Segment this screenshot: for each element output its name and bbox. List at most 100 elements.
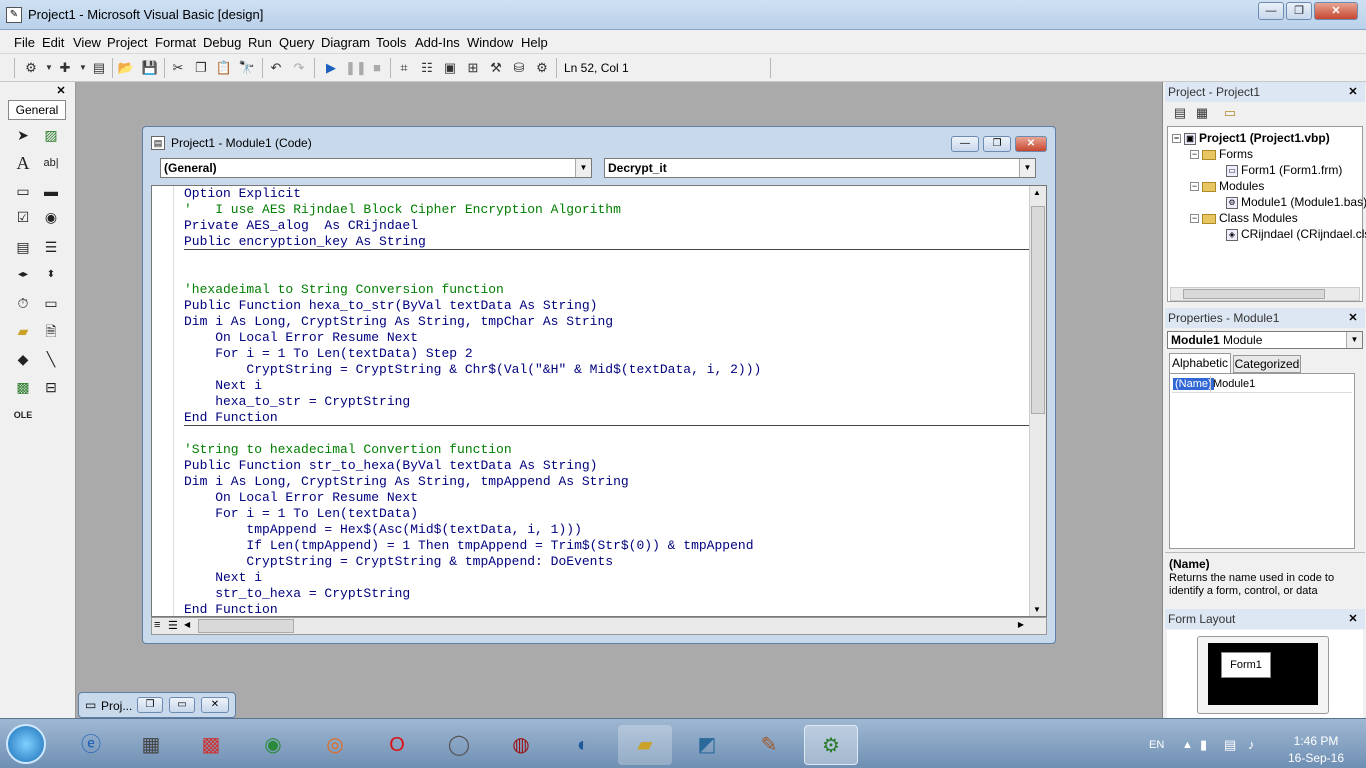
menu-help[interactable]: Help [521,35,548,50]
tab-alphabetic[interactable]: Alphabetic [1169,353,1231,373]
object-browser-icon[interactable]: ⊞ [464,59,482,77]
component-manager-icon[interactable]: ⚙ [533,59,551,77]
code-line[interactable]: Public Function str_to_hexa(ByVal textDa… [184,458,1030,474]
scroll-thumb[interactable] [1031,206,1045,414]
filelistbox-icon[interactable]: 🗎 [40,320,62,342]
object-combo[interactable]: (General) ▼ [160,158,592,178]
network-icon[interactable]: ▤ [1224,737,1236,753]
ole-icon[interactable]: OLE [12,404,34,426]
toolbox-tab-general[interactable]: General [8,100,66,120]
chevron-down-icon[interactable]: ▼ [1346,332,1362,348]
chevron-down-icon[interactable]: ▼ [1019,159,1035,177]
scroll-up-icon[interactable]: ▲ [1033,188,1041,197]
code-line[interactable]: For i = 1 To Len(textData) [184,506,1030,522]
visual-basic-task-icon[interactable]: ⚙ [804,725,858,765]
full-module-view-icon[interactable]: ☰ [168,619,178,632]
code-line[interactable]: For i = 1 To Len(textData) Step 2 [184,346,1030,362]
add-project-icon[interactable]: ⚙ [22,59,40,77]
code-editor[interactable]: Option Explicit ' I use AES Rijndael Bloc… [151,185,1047,617]
start-icon[interactable]: ▶ [322,59,340,77]
procedure-view-icon[interactable]: ≡ [154,619,160,631]
code-line[interactable]: hexa_to_str = CryptString [184,394,1030,410]
code-line[interactable]: str_to_hexa = CryptString [184,586,1030,602]
margin-indicator-bar[interactable] [152,186,174,616]
menu-window[interactable]: Window [467,35,513,50]
code-line[interactable] [184,250,1030,266]
code-line[interactable]: tmpAppend = Hex$(Asc(Mid$(textData, i, 1… [184,522,1030,538]
language-indicator[interactable]: EN [1149,739,1164,751]
code-line[interactable]: CryptString = CryptString & tmpAppend: D… [184,554,1030,570]
image-icon[interactable]: ▩ [12,376,34,398]
code-minimize-button[interactable]: — [951,136,979,152]
scroll-left-icon[interactable]: ◀ [184,620,190,629]
cut-icon[interactable]: ✂ [169,59,187,77]
undo-icon[interactable]: ↶ [267,59,285,77]
media-icon[interactable]: ◍ [494,725,548,765]
internet-explorer-icon[interactable]: ⓔ [64,725,118,765]
chevron-down-icon[interactable]: ▼ [575,159,591,177]
end-icon[interactable]: ■ [368,59,386,77]
properties-object-combo[interactable]: Module1 Module ▼ [1167,331,1363,349]
menu-project[interactable]: Project [107,35,147,50]
frame-icon[interactable]: ▭ [12,180,34,202]
save-project-icon[interactable]: 💾 [141,59,159,77]
break-icon[interactable]: ❚❚ [345,59,367,77]
code-window-icon[interactable]: ▤ [151,136,165,150]
code-line[interactable]: Next i [184,570,1030,586]
drivelistbox-icon[interactable]: ▭ [40,292,62,314]
dirlistbox-icon[interactable]: ▰ [12,320,34,342]
code-line[interactable]: Dim i As Long, CryptString As String, tm… [184,314,1030,330]
apps-icon[interactable]: ▩ [184,725,238,765]
code-line[interactable]: Public encryption_key As String [184,234,1030,250]
form-layout-icon[interactable]: ▣ [441,59,459,77]
code-line[interactable]: Private AES_alog As CRijndael [184,218,1030,234]
commandbutton-icon[interactable]: ▬ [40,180,62,202]
clock-time[interactable]: 1:46 PM [1286,734,1346,748]
data-view-icon[interactable]: ⛁ [510,59,528,77]
menu-diagram[interactable]: Diagram [321,35,370,50]
property-value-cell[interactable]: Module1 [1213,378,1255,390]
chrome-icon[interactable]: ◉ [246,725,300,765]
property-name-cell[interactable]: (Name) [1173,378,1214,390]
code-maximize-button[interactable]: ❐ [983,136,1011,152]
media-player-icon[interactable]: ◐ [556,725,610,765]
file-explorer-icon[interactable]: ▰ [618,725,672,765]
code-close-button[interactable]: ✕ [1015,136,1047,152]
vscrollbar-icon[interactable]: ⬍ [40,264,62,286]
procedure-combo[interactable]: Decrypt_it ▼ [604,158,1036,178]
code-line[interactable]: On Local Error Resume Next [184,490,1030,506]
firefox-icon[interactable]: ◎ [308,725,362,765]
maximize-button[interactable]: ❐ [1286,2,1312,20]
add-form-icon[interactable]: ✚ [56,59,74,77]
code-line[interactable]: Dim i As Long, CryptString As String, tm… [184,474,1030,490]
notes-icon[interactable]: ◩ [680,725,734,765]
minimized-project-window[interactable]: ▭ Proj... ❐ ▭ ✕ [78,692,236,718]
picturebox-icon[interactable]: ▨ [40,124,62,146]
tray-expand-icon[interactable]: ▲ [1182,739,1193,751]
opera-icon[interactable]: O [370,725,424,765]
comment-line[interactable]: ' I use AES Rijndael Block Cipher Encryp… [184,202,1030,218]
tree-forms-folder[interactable]: − Forms [1190,147,1253,161]
vb-app-icon[interactable]: ✎ [6,7,22,23]
code-line[interactable]: Option Explicit [184,186,1030,202]
code-line[interactable]: If Len(tmpAppend) = 1 Then tmpAppend = T… [184,538,1030,554]
line-icon[interactable]: ╲ [40,348,62,370]
paste-icon[interactable]: 📋 [215,59,233,77]
maximize-button[interactable]: ▭ [169,697,195,713]
code-line[interactable]: CryptString = CryptString & Chr$(Val("&H… [184,362,1030,378]
code-line[interactable]: End Function [184,602,1030,616]
volume-icon[interactable]: ♪ [1248,737,1255,752]
opera-alt-icon[interactable]: ◯ [432,725,486,765]
view-code-icon[interactable]: ▤ [1171,104,1189,122]
form-layout-close[interactable]: ✕ [1346,612,1360,626]
properties-window-icon[interactable]: ☷ [418,59,436,77]
comment-line[interactable]: 'String to hexadecimal Convertion functi… [184,442,1030,458]
project-explorer-icon[interactable]: ⌗ [395,59,413,77]
checkbox-icon[interactable]: ☑ [12,206,34,228]
tree-crijndael[interactable]: ◈ CRijndael (CRijndael.cls) [1226,227,1366,241]
clock-date[interactable]: 16-Sep-16 [1286,751,1346,765]
menu-view[interactable]: View [73,35,101,50]
scroll-right-icon[interactable]: ▶ [1018,620,1024,629]
combobox-icon[interactable]: ▤ [12,236,34,258]
textbox-icon[interactable]: ab| [40,152,62,174]
